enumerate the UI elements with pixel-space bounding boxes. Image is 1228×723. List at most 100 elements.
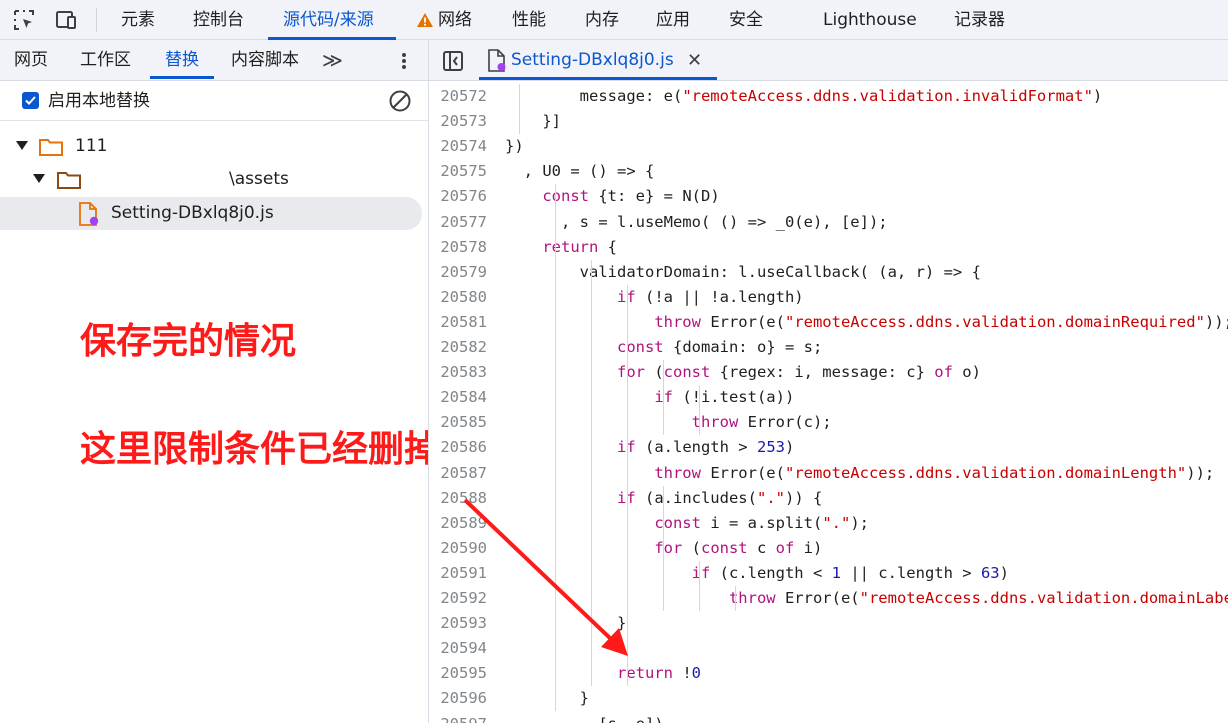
line-code: throw Error(e("remoteAccess.ddns.validat… <box>654 312 1228 331</box>
tree-file-selected[interactable]: Setting-DBxlq8j0.js <box>0 197 422 230</box>
folder-icon <box>39 139 63 156</box>
line-code: throw Error(e("remoteAccess.ddns.validat… <box>728 589 1228 607</box>
indent-guide <box>627 284 628 687</box>
clear-overrides-icon[interactable] <box>388 89 412 113</box>
line-number[interactable]: 20573 <box>429 109 487 134</box>
tab-recorder[interactable]: 记录器 <box>954 0 1005 40</box>
line-number[interactable]: 20586 <box>429 435 487 460</box>
toggle-navigator-icon[interactable] <box>442 50 464 72</box>
annotation-title: 保存完的情况 <box>80 321 297 362</box>
tab-security[interactable]: 安全 <box>729 0 763 40</box>
line-number[interactable]: 20589 <box>429 511 487 536</box>
line-number[interactable]: 20581 <box>429 310 487 335</box>
line-code: throw Error(c); <box>691 413 832 432</box>
override-file-icon <box>79 202 99 226</box>
tree-folder-root[interactable]: 111 <box>0 130 422 163</box>
indent-guide <box>663 360 664 436</box>
line-number[interactable]: 20592 <box>429 586 487 611</box>
line-code: const {t: e} = N(D) <box>542 187 720 206</box>
expand-arrow-icon[interactable] <box>16 141 28 150</box>
line-number[interactable]: 20578 <box>429 235 487 260</box>
code-line: 20574}) <box>429 134 1228 159</box>
code-line: 20584 if (!i.test(a)) <box>429 385 1228 410</box>
close-tab-icon[interactable]: ✕ <box>687 40 702 81</box>
code-line: 20576 const {t: e} = N(D) <box>429 184 1228 209</box>
device-toolbar-icon[interactable] <box>54 8 78 32</box>
line-number[interactable]: 20574 <box>429 134 487 159</box>
line-number[interactable]: 20572 <box>429 84 487 109</box>
open-file-tab[interactable]: Setting-DBxlq8j0.js <box>511 40 674 81</box>
line-code: }] <box>505 112 561 131</box>
line-number[interactable]: 20597 <box>429 712 487 723</box>
line-code: validatorDomain: l.useCallback( (a, r) =… <box>505 262 981 281</box>
line-number[interactable]: 20587 <box>429 461 487 486</box>
line-number[interactable]: 20588 <box>429 486 487 511</box>
line-code: if (c.length < 1 || c.length > 63) <box>691 563 1009 582</box>
code-line: 20587 throw Error(e("remoteAccess.ddns.v… <box>429 461 1228 486</box>
line-number[interactable]: 20596 <box>429 686 487 711</box>
line-number[interactable]: 20590 <box>429 536 487 561</box>
tab-lighthouse[interactable]: Lighthouse <box>823 0 917 40</box>
indent-guide <box>663 510 664 612</box>
indent-guide <box>699 385 700 436</box>
enable-overrides-checkbox[interactable] <box>22 92 39 109</box>
subtab-content-scripts[interactable]: 内容脚本 <box>231 40 299 81</box>
subtab-workspace[interactable]: 工作区 <box>80 40 131 81</box>
code-line: 20591 if (c.length < 1 || c.length > 63) <box>429 561 1228 586</box>
tab-elements[interactable]: 元素 <box>121 0 155 40</box>
code-line: 20575 , U0 = () => { <box>429 159 1228 184</box>
line-code: }) <box>505 137 524 156</box>
tab-performance[interactable]: 性能 <box>512 0 546 40</box>
line-code: const {domain: o} = s; <box>616 338 823 356</box>
code-line: 20583 for (const {regex: i, message: c} … <box>429 360 1228 385</box>
code-line: 20577 , s = l.useMemo( () => _0(e), [e])… <box>429 210 1228 235</box>
line-number[interactable]: 20577 <box>429 210 487 235</box>
line-number[interactable]: 20593 <box>429 611 487 636</box>
line-number[interactable]: 20582 <box>429 335 487 360</box>
tree-folder-assets[interactable]: \assets <box>0 163 422 196</box>
line-number[interactable]: 20594 <box>429 636 487 661</box>
line-code: } <box>505 689 589 708</box>
code-line: 20594 <box>429 636 1228 661</box>
line-number[interactable]: 20591 <box>429 561 487 586</box>
local-overrides-row: 启用本地替换 <box>0 81 428 121</box>
inspect-element-icon[interactable] <box>12 8 36 32</box>
more-options-icon[interactable] <box>395 51 413 71</box>
warning-icon <box>417 13 433 27</box>
expand-arrow-icon[interactable] <box>33 174 45 183</box>
navigator-tabs: 网页 工作区 替换 内容脚本 ≫ <box>0 40 428 81</box>
line-code: , U0 = () => { <box>505 162 655 181</box>
line-number[interactable]: 20580 <box>429 285 487 310</box>
line-number[interactable]: 20576 <box>429 184 487 209</box>
active-file-indicator <box>479 77 717 80</box>
code-line: 20592 throw Error(e("remoteAccess.ddns.v… <box>429 586 1228 611</box>
sources-navigator: 网页 工作区 替换 内容脚本 ≫ 启用本地替换 111 \assets Sett… <box>0 40 476 723</box>
line-number[interactable]: 20595 <box>429 661 487 686</box>
code-line: 20572 message: e("remoteAccess.ddns.vali… <box>429 84 1228 109</box>
indent-guide <box>735 586 736 612</box>
tab-application[interactable]: 应用 <box>656 0 690 40</box>
folder-icon <box>57 172 81 189</box>
tab-network[interactable]: 网络 <box>416 0 472 40</box>
line-number[interactable]: 20575 <box>429 159 487 184</box>
code-line: 20579 validatorDomain: l.useCallback( (a… <box>429 260 1228 285</box>
code-line: 20578 return { <box>429 235 1228 260</box>
tab-console[interactable]: 控制台 <box>193 0 244 40</box>
toolbar-separator <box>96 8 97 32</box>
tab-memory[interactable]: 内存 <box>585 0 619 40</box>
more-tabs-button[interactable]: ≫ <box>322 40 343 81</box>
subtab-page[interactable]: 网页 <box>14 40 48 81</box>
line-number[interactable]: 20585 <box>429 410 487 435</box>
line-code: return !0 <box>616 664 701 683</box>
subtab-overrides[interactable]: 替换 <box>165 40 199 81</box>
code-line: 20588 if (a.includes(".")) { <box>429 486 1228 511</box>
line-number[interactable]: 20579 <box>429 260 487 285</box>
line-code: return { <box>542 237 617 256</box>
code-line: 20596 } <box>429 686 1228 711</box>
line-code: message: e("remoteAccess.ddns.validation… <box>505 87 1103 105</box>
tab-sources[interactable]: 源代码/来源 <box>283 0 374 40</box>
line-number[interactable]: 20584 <box>429 385 487 410</box>
line-number[interactable]: 20583 <box>429 360 487 385</box>
code-line: 20586 if (a.length > 253) <box>429 435 1228 460</box>
editor-tab-bar: Setting-DBxlq8j0.js ✕ <box>429 40 1228 81</box>
